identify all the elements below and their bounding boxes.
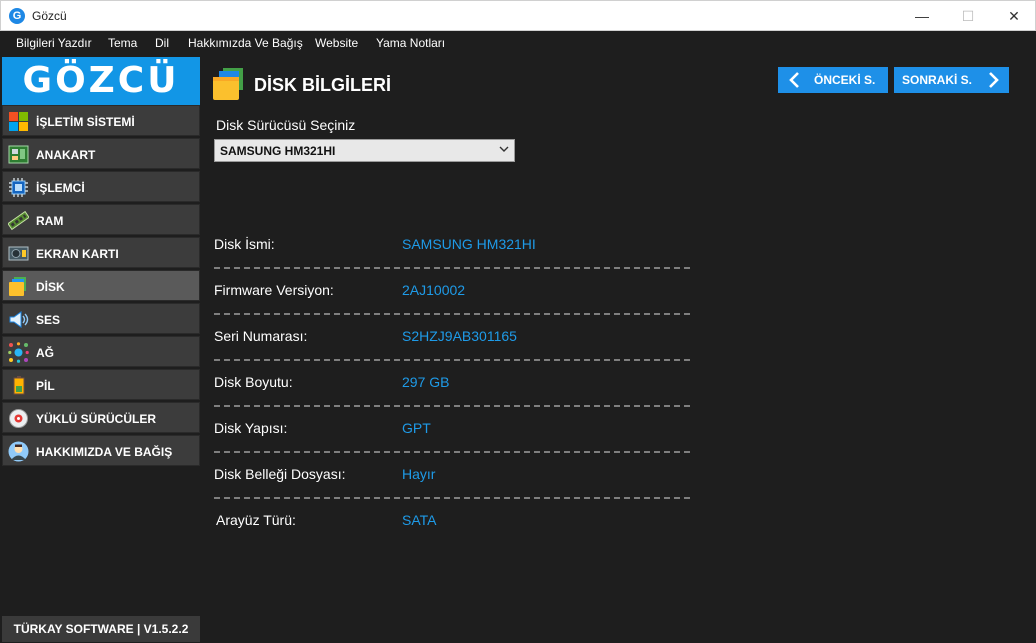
menu-patch-notes[interactable]: Yama Notları: [376, 36, 445, 50]
sidebar-item-drivers[interactable]: YÜKLÜ SÜRÜCÜLER: [2, 402, 200, 433]
row-divider: [214, 405, 690, 407]
drivers-icon: [9, 409, 28, 428]
disk-folder-icon: [213, 68, 243, 100]
ram-icon: [8, 210, 29, 231]
disk-icon: [9, 277, 26, 296]
cpu-icon: [9, 178, 28, 197]
version-footer: TÜRKAY SOFTWARE | V1.5.2.2: [2, 616, 200, 642]
network-icon: [8, 342, 29, 363]
menu-bar: Bilgileri Yazdır Tema Dil Hakkımızda Ve …: [0, 31, 1036, 55]
previous-page-button[interactable]: ÖNCEKİ S.: [778, 67, 888, 93]
sidebar-item-network[interactable]: AĞ: [2, 336, 200, 367]
title-bar: G Gözcü — ☐ ✕: [0, 0, 1036, 31]
sidebar-item-label: HAKKIMIZDA VE BAĞIŞ: [36, 445, 173, 459]
disk-name-label: Disk İsmi:: [214, 236, 275, 252]
sidebar-item-label: ANAKART: [36, 148, 96, 162]
sidebar-item-ram[interactable]: RAM: [2, 204, 200, 235]
previous-page-label: ÖNCEKİ S.: [814, 73, 876, 87]
pagefile-label: Disk Belleği Dosyası:: [214, 466, 346, 482]
sidebar-item-battery[interactable]: PİL: [2, 369, 200, 400]
row-divider: [214, 313, 690, 315]
sidebar-item-gpu[interactable]: EKRAN KARTI: [2, 237, 200, 268]
row-divider: [214, 267, 690, 269]
row-divider: [214, 359, 690, 361]
menu-website[interactable]: Website: [315, 36, 358, 50]
menu-about-donate[interactable]: Hakkımızda Ve Bağış: [188, 36, 303, 50]
disk-select-label: Disk Sürücüsü Seçiniz: [216, 117, 356, 133]
sidebar-item-label: DİSK: [36, 280, 65, 294]
next-page-button[interactable]: SONRAKİ S.: [894, 67, 1009, 93]
sidebar-item-about[interactable]: HAKKIMIZDA VE BAĞIŞ: [2, 435, 200, 466]
windows-icon: [9, 112, 28, 131]
menu-theme[interactable]: Tema: [108, 36, 137, 50]
next-page-label: SONRAKİ S.: [902, 73, 973, 87]
sidebar-item-label: İŞLETİM SİSTEMİ: [36, 115, 135, 129]
menu-language[interactable]: Dil: [155, 36, 169, 50]
sidebar-item-label: AĞ: [36, 346, 54, 360]
sidebar-item-label: PİL: [36, 379, 55, 393]
disk-name-value: SAMSUNG HM321HI: [402, 236, 536, 252]
chevron-down-icon: [499, 146, 509, 152]
speaker-icon: [9, 311, 29, 328]
sidebar-item-label: YÜKLÜ SÜRÜCÜLER: [36, 412, 156, 426]
sidebar-item-os[interactable]: İŞLETİM SİSTEMİ: [2, 105, 200, 136]
page-title: DİSK BİLGİLERİ: [254, 75, 392, 95]
pagefile-value: Hayır: [402, 466, 436, 482]
disk-size-label: Disk Boyutu:: [214, 374, 293, 390]
sidebar-item-cpu[interactable]: İŞLEMCİ: [2, 171, 200, 202]
menu-print-info[interactable]: Bilgileri Yazdır: [16, 36, 92, 50]
sidebar-item-sound[interactable]: SES: [2, 303, 200, 334]
serial-number-value: S2HZJ9AB301165: [402, 328, 517, 344]
user-avatar-icon: [8, 441, 29, 462]
firmware-label: Firmware Versiyon:: [214, 282, 334, 298]
disk-select-dropdown[interactable]: SAMSUNG HM321HI: [214, 139, 515, 162]
maximize-button[interactable]: ☐: [945, 1, 991, 31]
chevron-left-icon: [789, 72, 799, 88]
sidebar-item-label: İŞLEMCİ: [36, 181, 85, 195]
gpu-icon: [8, 246, 29, 261]
disk-select-value: SAMSUNG HM321HI: [220, 144, 336, 158]
row-divider: [214, 451, 690, 453]
partition-style-label: Disk Yapısı:: [214, 420, 288, 436]
close-button[interactable]: ✕: [991, 1, 1036, 31]
motherboard-icon: [8, 145, 29, 164]
sidebar-item-label: SES: [36, 313, 61, 327]
disk-size-value: 297 GB: [402, 374, 450, 390]
chevron-right-icon: [989, 72, 999, 88]
window-title: Gözcü: [32, 9, 67, 23]
app-logo: GÖZCÜ: [2, 57, 200, 105]
sidebar-item-label: RAM: [36, 214, 64, 228]
app-logo-icon: G: [9, 8, 25, 24]
row-divider: [214, 497, 690, 499]
serial-number-label: Seri Numarası:: [214, 328, 308, 344]
firmware-value: 2AJ10002: [402, 282, 466, 298]
minimize-button[interactable]: —: [899, 1, 945, 31]
interface-type-value: SATA: [402, 512, 437, 528]
sidebar-item-label: EKRAN KARTI: [36, 247, 119, 261]
sidebar-item-disk[interactable]: DİSK: [2, 270, 200, 301]
sidebar: GÖZCÜ İŞLETİM SİSTEMİ ANAKART İŞLEMCİ RA…: [0, 55, 204, 643]
sidebar-item-motherboard[interactable]: ANAKART: [2, 138, 200, 169]
partition-style-value: GPT: [402, 420, 431, 436]
interface-type-label: Arayüz Türü:: [216, 512, 296, 528]
battery-icon: [13, 376, 25, 395]
